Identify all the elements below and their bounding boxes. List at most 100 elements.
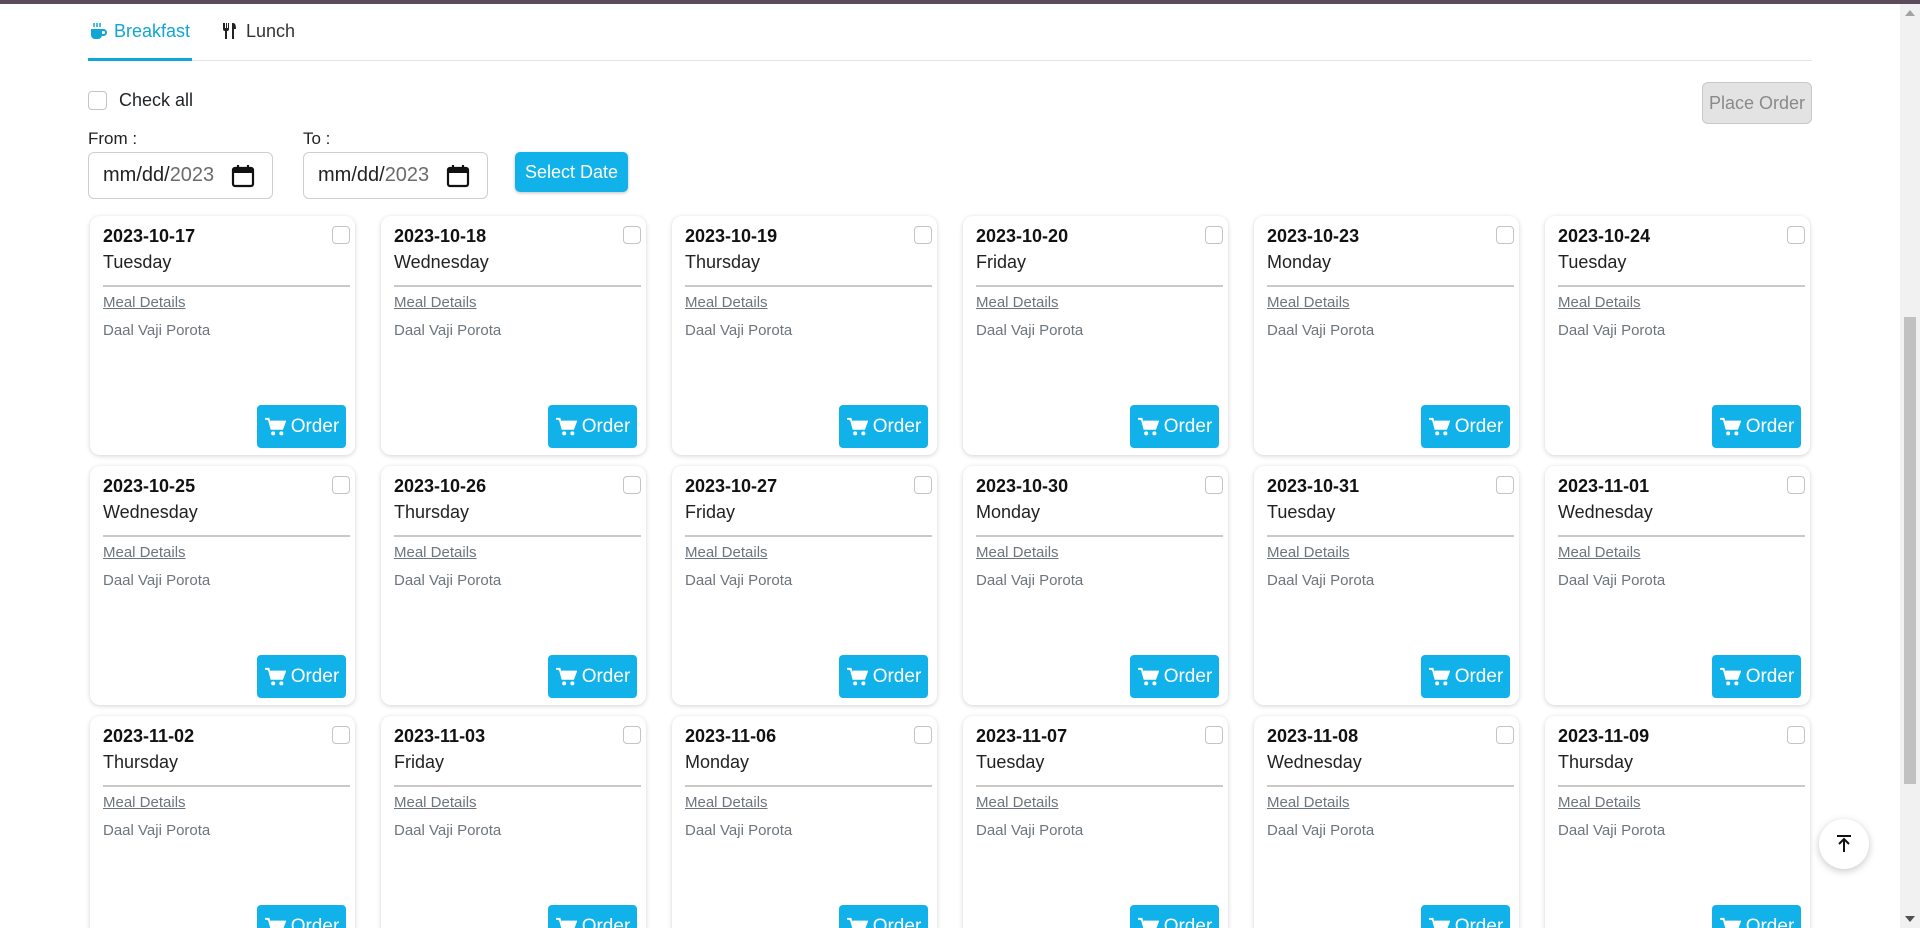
meal-details-link[interactable]: Meal Details xyxy=(685,544,768,561)
order-button[interactable]: Order xyxy=(548,405,637,448)
card-checkbox[interactable] xyxy=(914,476,932,494)
check-all-checkbox[interactable] xyxy=(88,91,107,110)
order-button[interactable]: Order xyxy=(839,655,928,698)
order-button[interactable]: Order xyxy=(839,405,928,448)
meal-details-link[interactable]: Meal Details xyxy=(394,294,477,311)
calendar-icon[interactable] xyxy=(231,164,255,188)
tab-breakfast[interactable]: Breakfast xyxy=(88,21,193,61)
card-checkbox[interactable] xyxy=(1205,476,1223,494)
card-date: 2023-10-30 xyxy=(976,476,1069,496)
card-checkbox[interactable] xyxy=(332,226,350,244)
cart-icon xyxy=(555,917,577,928)
meal-name: Daal Vaji Porota xyxy=(103,322,211,339)
to-date-mask: mm/dd/ xyxy=(318,164,385,186)
order-button[interactable]: Order xyxy=(1421,905,1510,928)
order-button[interactable]: Order xyxy=(1130,905,1219,928)
meal-name: Daal Vaji Porota xyxy=(685,572,793,589)
meal-details-link[interactable]: Meal Details xyxy=(1267,794,1350,811)
card-checkbox[interactable] xyxy=(332,726,350,744)
card-day: Tuesday xyxy=(976,752,1045,772)
scroll-down-arrow-icon[interactable] xyxy=(1905,916,1915,922)
card-checkbox[interactable] xyxy=(914,226,932,244)
meal-name: Daal Vaji Porota xyxy=(976,572,1084,589)
from-date-year: 2023 xyxy=(169,164,215,186)
meal-details-link[interactable]: Meal Details xyxy=(394,794,477,811)
card-date: 2023-10-27 xyxy=(685,476,778,496)
card-checkbox[interactable] xyxy=(623,226,641,244)
meal-details-link[interactable]: Meal Details xyxy=(103,294,186,311)
meal-card: 2023-11-06 Monday Meal Details Daal Vaji… xyxy=(672,716,937,928)
order-button[interactable]: Order xyxy=(1130,655,1219,698)
card-divider xyxy=(394,785,641,787)
order-button-label: Order xyxy=(290,665,340,687)
meal-name: Daal Vaji Porota xyxy=(976,822,1084,839)
card-checkbox[interactable] xyxy=(1787,226,1805,244)
vertical-scrollbar[interactable] xyxy=(1900,4,1920,928)
order-button[interactable]: Order xyxy=(257,405,346,448)
order-button[interactable]: Order xyxy=(1421,405,1510,448)
meal-details-link[interactable]: Meal Details xyxy=(394,544,477,561)
meal-details-link[interactable]: Meal Details xyxy=(1267,294,1350,311)
order-button-label: Order xyxy=(872,915,922,928)
scroll-up-arrow-icon[interactable] xyxy=(1905,10,1915,16)
card-checkbox[interactable] xyxy=(1787,726,1805,744)
meal-details-link[interactable]: Meal Details xyxy=(976,294,1059,311)
calendar-icon[interactable] xyxy=(446,164,470,188)
meal-card: 2023-11-09 Thursday Meal Details Daal Va… xyxy=(1545,716,1810,928)
card-date: 2023-10-24 xyxy=(1558,226,1651,246)
order-button[interactable]: Order xyxy=(1712,405,1801,448)
check-all[interactable]: Check all xyxy=(88,90,193,111)
order-button[interactable]: Order xyxy=(257,905,346,928)
back-to-top-button[interactable] xyxy=(1819,819,1869,869)
card-day: Monday xyxy=(1267,252,1332,272)
from-date-input[interactable]: mm/dd/2023 xyxy=(88,152,273,199)
card-day: Friday xyxy=(394,752,445,772)
cart-icon xyxy=(1137,917,1159,928)
card-checkbox[interactable] xyxy=(623,726,641,744)
meal-details-link[interactable]: Meal Details xyxy=(1267,544,1350,561)
card-checkbox[interactable] xyxy=(914,726,932,744)
place-order-button[interactable]: Place Order xyxy=(1702,82,1812,124)
order-button[interactable]: Order xyxy=(1712,655,1801,698)
order-button-label: Order xyxy=(1745,415,1795,437)
meal-details-link[interactable]: Meal Details xyxy=(103,544,186,561)
meal-details-link[interactable]: Meal Details xyxy=(1558,794,1641,811)
order-button-label: Order xyxy=(1454,665,1504,687)
card-checkbox[interactable] xyxy=(1787,476,1805,494)
meal-details-link[interactable]: Meal Details xyxy=(976,544,1059,561)
card-divider xyxy=(685,785,932,787)
order-button[interactable]: Order xyxy=(839,905,928,928)
card-checkbox[interactable] xyxy=(1205,226,1223,244)
select-date-button[interactable]: Select Date xyxy=(515,152,628,192)
from-date-mask: mm/dd/ xyxy=(103,164,170,186)
cart-icon xyxy=(1719,917,1741,928)
scrollbar-thumb[interactable] xyxy=(1904,317,1916,784)
order-button[interactable]: Order xyxy=(1421,655,1510,698)
card-checkbox[interactable] xyxy=(1205,726,1223,744)
meal-details-link[interactable]: Meal Details xyxy=(1558,544,1641,561)
order-button[interactable]: Order xyxy=(548,905,637,928)
meal-details-link[interactable]: Meal Details xyxy=(976,794,1059,811)
card-date: 2023-10-18 xyxy=(394,226,487,246)
meal-details-link[interactable]: Meal Details xyxy=(103,794,186,811)
meal-details-link[interactable]: Meal Details xyxy=(685,794,768,811)
order-button[interactable]: Order xyxy=(548,655,637,698)
card-checkbox[interactable] xyxy=(1496,726,1514,744)
meal-details-link[interactable]: Meal Details xyxy=(685,294,768,311)
meal-details-link[interactable]: Meal Details xyxy=(1558,294,1641,311)
card-checkbox[interactable] xyxy=(1496,476,1514,494)
card-checkbox[interactable] xyxy=(623,476,641,494)
order-button[interactable]: Order xyxy=(1712,905,1801,928)
cart-icon xyxy=(846,417,868,435)
card-day: Thursday xyxy=(394,502,470,522)
tab-lunch[interactable]: Lunch xyxy=(220,21,295,61)
order-button-label: Order xyxy=(1745,915,1795,928)
order-button[interactable]: Order xyxy=(1130,405,1219,448)
card-checkbox[interactable] xyxy=(332,476,350,494)
to-date-input[interactable]: mm/dd/2023 xyxy=(303,152,488,199)
card-divider xyxy=(976,535,1223,537)
order-button[interactable]: Order xyxy=(257,655,346,698)
meal-card: 2023-11-01 Wednesday Meal Details Daal V… xyxy=(1545,466,1810,705)
cart-icon xyxy=(555,667,577,685)
card-checkbox[interactable] xyxy=(1496,226,1514,244)
